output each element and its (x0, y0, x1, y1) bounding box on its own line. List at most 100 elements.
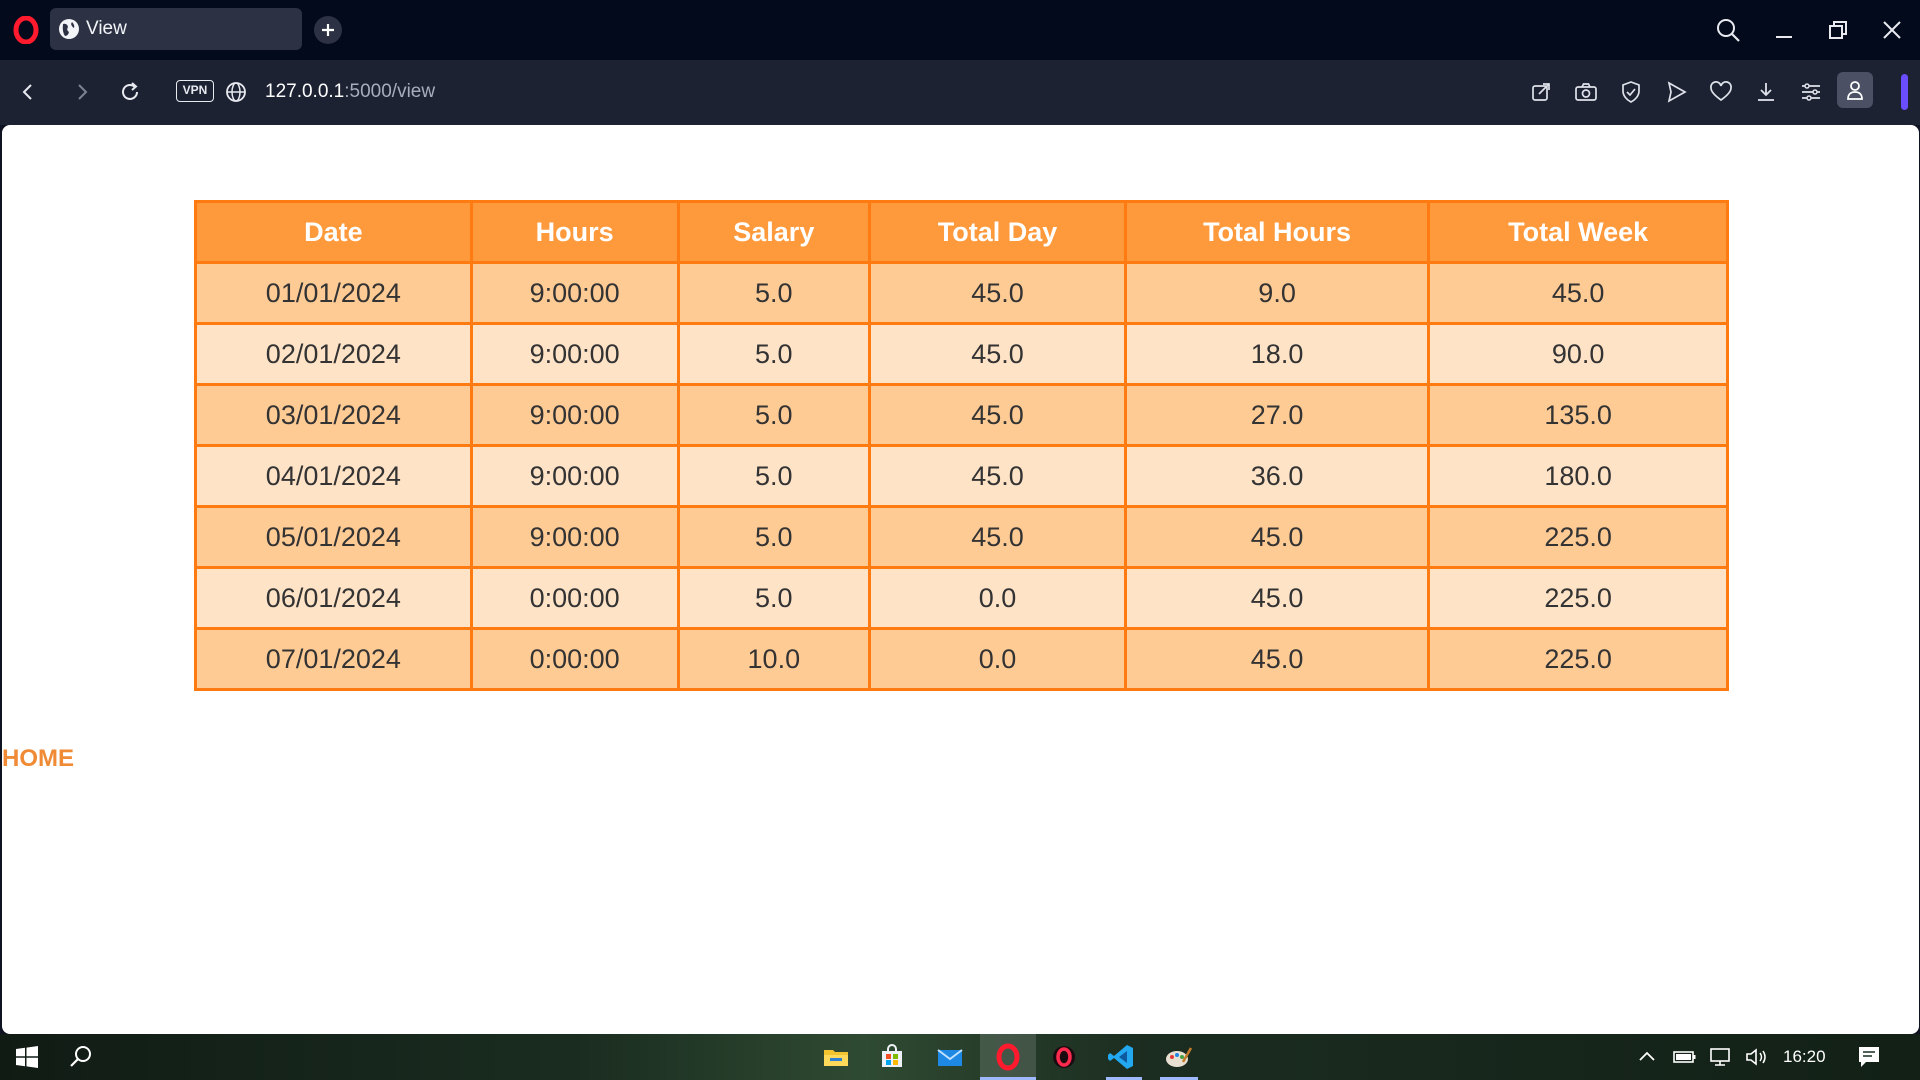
windows-taskbar: 16:20 (0, 1034, 1920, 1080)
cell-total-week: 225.0 (1427, 505, 1729, 569)
cell-total-day: 0.0 (868, 627, 1127, 691)
column-header-total-day: Total Day (868, 200, 1127, 264)
cell-salary: 5.0 (676, 566, 872, 630)
cell-total-week: 225.0 (1427, 627, 1729, 691)
chevron-up-icon[interactable] (1636, 1046, 1658, 1068)
network-icon[interactable] (1708, 1046, 1734, 1068)
cell-total-hours: 9.0 (1123, 261, 1431, 325)
browser-title-bar: View (0, 0, 1920, 60)
table-row: 04/01/2024 9:00:00 5.0 45.0 36.0 180.0 (194, 444, 1729, 508)
table-row: 02/01/2024 9:00:00 5.0 45.0 18.0 90.0 (194, 322, 1729, 386)
cell-salary: 5.0 (676, 505, 872, 569)
search-icon[interactable] (1714, 16, 1742, 44)
download-icon[interactable] (1753, 79, 1779, 105)
cell-total-week: 45.0 (1427, 261, 1729, 325)
home-link[interactable]: HOME (2, 743, 74, 775)
cell-hours: 9:00:00 (469, 444, 680, 508)
cell-date: 07/01/2024 (194, 627, 473, 691)
cell-hours: 9:00:00 (469, 383, 680, 447)
paint-icon[interactable] (1163, 1042, 1193, 1072)
store-icon[interactable] (877, 1042, 907, 1072)
url-host: 127.0.0.1 (265, 81, 345, 102)
battery-icon[interactable] (1672, 1046, 1698, 1068)
minimize-icon[interactable] (1770, 16, 1798, 44)
cell-total-day: 0.0 (868, 566, 1127, 630)
new-tab-button[interactable] (314, 16, 342, 44)
heart-icon[interactable] (1708, 79, 1734, 105)
cell-total-week: 135.0 (1427, 383, 1729, 447)
cell-hours: 9:00:00 (469, 505, 680, 569)
cell-salary: 5.0 (676, 383, 872, 447)
cell-total-week: 90.0 (1427, 322, 1729, 386)
vscode-icon[interactable] (1106, 1042, 1136, 1072)
forward-icon[interactable] (70, 80, 94, 104)
back-icon[interactable] (16, 80, 40, 104)
cell-salary: 10.0 (676, 627, 872, 691)
table-row: 07/01/2024 0:00:00 10.0 0.0 45.0 225.0 (194, 627, 1729, 691)
cell-total-hours: 18.0 (1123, 322, 1431, 386)
cell-date: 04/01/2024 (194, 444, 473, 508)
tab-title: View (86, 18, 127, 39)
volume-icon[interactable] (1744, 1046, 1770, 1068)
url-path: :5000/view (344, 81, 436, 102)
camera-icon[interactable] (1573, 79, 1599, 105)
cell-total-hours: 36.0 (1123, 444, 1431, 508)
cell-hours: 9:00:00 (469, 261, 680, 325)
taskbar-clock[interactable]: 16:20 (1783, 1034, 1826, 1080)
opera-icon[interactable] (993, 1042, 1023, 1072)
cell-total-hours: 45.0 (1123, 566, 1431, 630)
cell-total-hours: 45.0 (1123, 505, 1431, 569)
table-row: 06/01/2024 0:00:00 5.0 0.0 45.0 225.0 (194, 566, 1729, 630)
hours-table: Date Hours Salary Total Day Total Hours … (194, 200, 1729, 691)
cell-date: 01/01/2024 (194, 261, 473, 325)
sidebar-toggle[interactable] (1901, 74, 1908, 110)
cell-date: 02/01/2024 (194, 322, 473, 386)
cell-salary: 5.0 (676, 322, 872, 386)
search-icon[interactable] (66, 1042, 96, 1072)
cell-total-day: 45.0 (868, 444, 1127, 508)
cell-date: 05/01/2024 (194, 505, 473, 569)
cell-total-hours: 27.0 (1123, 383, 1431, 447)
address-bar: VPN 127.0.0.1:5000/view (0, 60, 1920, 125)
cell-salary: 5.0 (676, 261, 872, 325)
table-header-row: Date Hours Salary Total Day Total Hours … (194, 200, 1729, 264)
vpn-badge[interactable]: VPN (176, 80, 214, 102)
table-row: 05/01/2024 9:00:00 5.0 45.0 45.0 225.0 (194, 505, 1729, 569)
opera-gx-icon[interactable] (1049, 1042, 1079, 1072)
column-header-hours: Hours (469, 200, 680, 264)
file-explorer-icon[interactable] (821, 1042, 851, 1072)
opera-logo-icon[interactable] (12, 16, 40, 44)
share-icon[interactable] (1528, 79, 1554, 105)
restore-icon[interactable] (1824, 16, 1852, 44)
cell-date: 03/01/2024 (194, 383, 473, 447)
cell-hours: 9:00:00 (469, 322, 680, 386)
globe-icon (58, 18, 80, 40)
table-row: 03/01/2024 9:00:00 5.0 45.0 27.0 135.0 (194, 383, 1729, 447)
close-icon[interactable] (1878, 16, 1906, 44)
url-field[interactable]: 127.0.0.1:5000/view (265, 80, 435, 104)
notification-icon[interactable] (1856, 1044, 1882, 1070)
cell-hours: 0:00:00 (469, 566, 680, 630)
browser-tab-view[interactable]: View (50, 8, 302, 50)
windows-start-icon[interactable] (12, 1042, 42, 1072)
cell-total-day: 45.0 (868, 261, 1127, 325)
shield-icon[interactable] (1618, 79, 1644, 105)
page-viewport: Date Hours Salary Total Day Total Hours … (2, 125, 1919, 1034)
cell-total-day: 45.0 (868, 322, 1127, 386)
column-header-total-hours: Total Hours (1123, 200, 1431, 264)
easy-setup-icon[interactable] (1798, 79, 1824, 105)
cell-date: 06/01/2024 (194, 566, 473, 630)
send-icon[interactable] (1663, 79, 1689, 105)
reload-icon[interactable] (118, 80, 142, 104)
cell-total-hours: 45.0 (1123, 627, 1431, 691)
cell-salary: 5.0 (676, 444, 872, 508)
mail-icon[interactable] (935, 1042, 965, 1072)
profile-button[interactable] (1837, 72, 1873, 108)
column-header-salary: Salary (676, 200, 872, 264)
column-header-date: Date (194, 200, 473, 264)
site-info-globe-icon[interactable] (224, 80, 248, 104)
column-header-total-week: Total Week (1427, 200, 1729, 264)
table-row: 01/01/2024 9:00:00 5.0 45.0 9.0 45.0 (194, 261, 1729, 325)
cell-total-day: 45.0 (868, 383, 1127, 447)
cell-total-week: 225.0 (1427, 566, 1729, 630)
